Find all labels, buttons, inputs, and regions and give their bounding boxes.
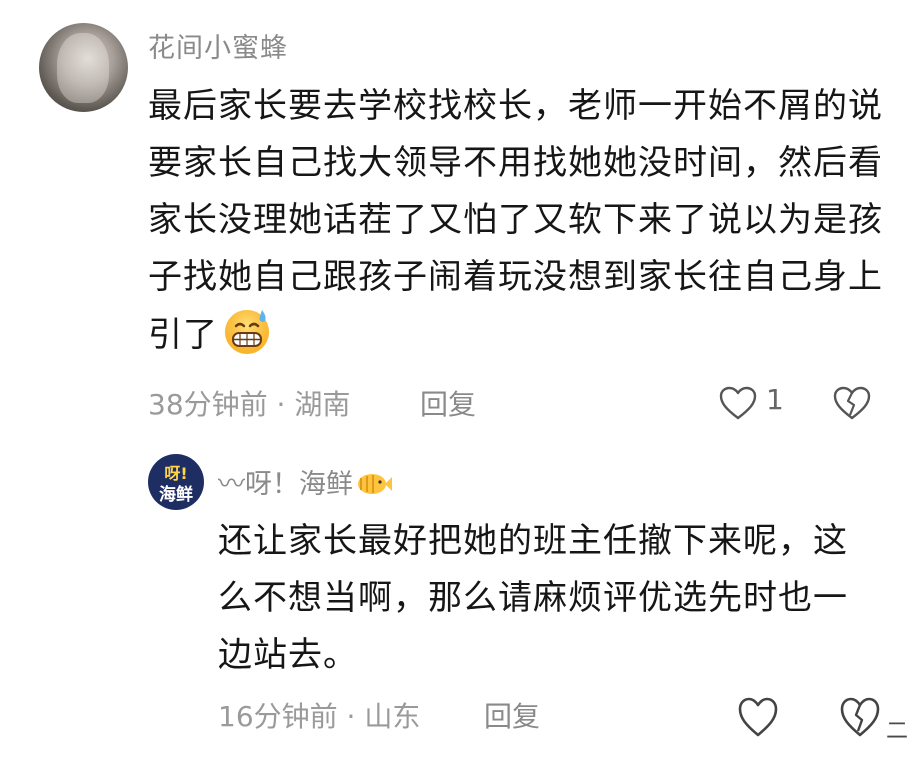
broken-heart-icon[interactable] (838, 695, 882, 739)
comment-body: 最后家长要去学校找校长，老师一开始不屑的说要家长自己找大领导不用找她她没时间，然… (148, 78, 888, 364)
comment-username[interactable]: 花间小蜜蜂 (148, 26, 288, 65)
reply-meta: 16分钟前 · 山东 回复 (218, 695, 918, 737)
reply-username-text: 〰呀！海鲜 (218, 469, 353, 500)
comment-time-location: 38分钟前 · 湖南 (148, 388, 351, 421)
comment-meta: 38分钟前 · 湖南 回复 1 (148, 383, 888, 423)
heart-outline-icon[interactable] (736, 695, 780, 739)
reply-button[interactable]: 回复 (420, 383, 476, 423)
reply-avatar[interactable]: 呀! 海鲜 (148, 454, 204, 510)
reply-avatar-text-bottom: 海鲜 (159, 485, 193, 505)
avatar[interactable] (39, 23, 128, 112)
reply-reply-button[interactable]: 回复 (484, 695, 540, 735)
broken-heart-icon[interactable] (832, 385, 872, 421)
grimacing-sweat-emoji (225, 310, 269, 354)
reply-time-location: 16分钟前 · 山东 (218, 700, 421, 733)
like-count: 1 (766, 383, 784, 416)
fish-icon (358, 474, 392, 494)
heart-outline-icon[interactable] (718, 385, 758, 421)
reply-text: 还让家长最好把她的班主任撤下来呢，这么不想当啊，那么请麻烦评优选先时也一边站去。 (218, 521, 848, 675)
reply-username[interactable]: 〰呀！海鲜 (218, 462, 393, 501)
watermark: 二 (885, 719, 908, 744)
